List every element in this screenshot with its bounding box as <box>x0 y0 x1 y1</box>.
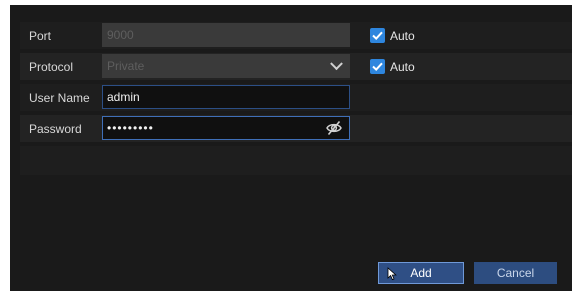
password-row: Password ••••••••• <box>20 115 572 142</box>
port-row: Port 9000 Auto <box>20 22 572 49</box>
protocol-auto-label: Auto <box>390 59 415 74</box>
mouse-pointer-icon <box>387 267 397 281</box>
port-auto-checkbox[interactable] <box>370 28 385 43</box>
cancel-button[interactable]: Cancel <box>474 262 557 284</box>
check-icon <box>372 62 383 72</box>
protocol-row: Protocol Private Auto <box>20 53 572 80</box>
add-button[interactable]: Add <box>378 262 464 284</box>
password-input[interactable]: ••••••••• <box>102 116 350 140</box>
protocol-auto-checkbox[interactable] <box>370 59 385 74</box>
add-device-panel: Port 9000 Auto Protocol Private Auto Use… <box>10 5 572 291</box>
username-row: User Name admin <box>20 84 572 111</box>
add-button-label: Add <box>410 266 432 280</box>
username-label: User Name <box>29 90 90 105</box>
password-label: Password <box>29 121 82 136</box>
protocol-label: Protocol <box>29 59 74 74</box>
protocol-select[interactable]: Private <box>102 54 350 78</box>
port-input[interactable]: 9000 <box>102 23 350 47</box>
empty-row <box>20 146 572 175</box>
password-value: ••••••••• <box>107 121 154 135</box>
username-input[interactable]: admin <box>102 85 350 109</box>
chevron-down-icon <box>330 57 343 71</box>
port-auto-label: Auto <box>390 28 415 43</box>
protocol-value: Private <box>107 59 145 73</box>
eye-slash-icon[interactable] <box>325 120 343 136</box>
port-label: Port <box>29 28 52 43</box>
check-icon <box>372 31 383 41</box>
cancel-button-label: Cancel <box>496 266 535 280</box>
